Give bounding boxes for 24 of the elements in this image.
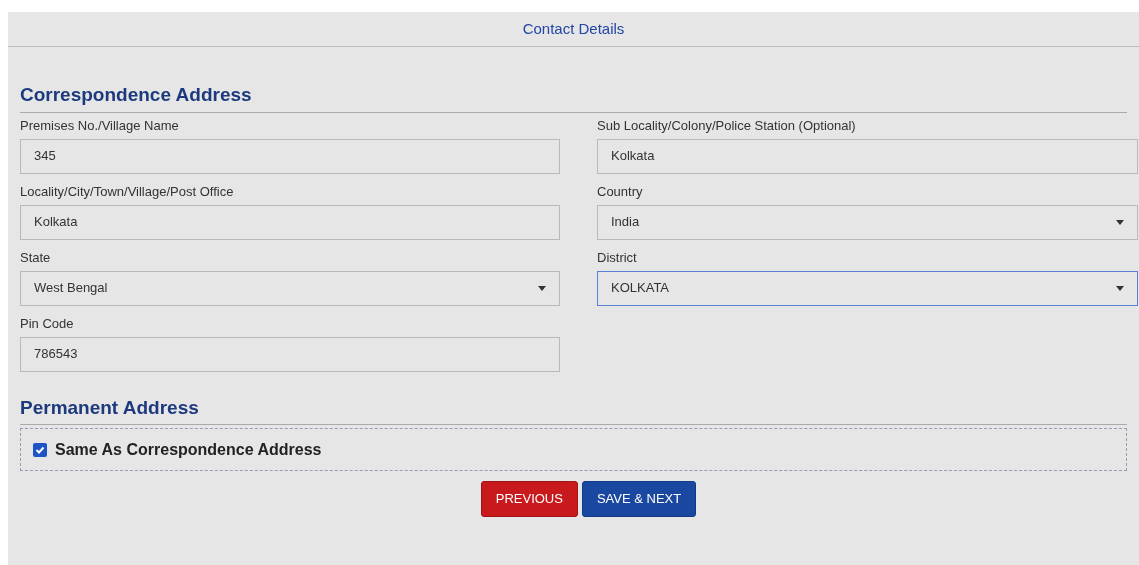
- field-label: Pin Code: [20, 314, 75, 333]
- checkbox[interactable]: [33, 442, 47, 457]
- field-label: Locality/City/Town/Village/Post Office: [20, 182, 235, 201]
- caret-icon: [1116, 219, 1124, 225]
- save-next-button[interactable]: SAVE & NEXT: [581, 481, 697, 517]
- caret-icon: [1116, 285, 1124, 291]
- field-label: Country: [597, 182, 644, 201]
- section-heading: Permanent Address: [20, 396, 199, 418]
- field-label: Sub Locality/Colony/Police Station (Optional): [597, 116, 857, 135]
- checkbox-row[interactable]: Same As Correspondence Address: [20, 428, 1127, 471]
- field-label: State: [20, 248, 52, 267]
- input-field[interactable]: 345: [20, 138, 560, 174]
- dropdown[interactable]: KOLKATA: [597, 270, 1138, 306]
- section-heading: Correspondence Address: [20, 84, 252, 105]
- input-field[interactable]: Kolkata: [20, 204, 560, 240]
- page-title: Contact Details: [522, 18, 625, 39]
- field-label: Premises No./Village Name: [20, 116, 180, 135]
- dropdown[interactable]: West Bengal: [20, 270, 560, 306]
- previous-button[interactable]: PREVIOUS: [480, 481, 578, 517]
- input-field[interactable]: 786543: [20, 336, 560, 372]
- dropdown[interactable]: India: [597, 204, 1138, 240]
- field-label: District: [597, 248, 638, 267]
- input-field[interactable]: Kolkata: [597, 138, 1138, 174]
- caret-icon: [538, 285, 546, 291]
